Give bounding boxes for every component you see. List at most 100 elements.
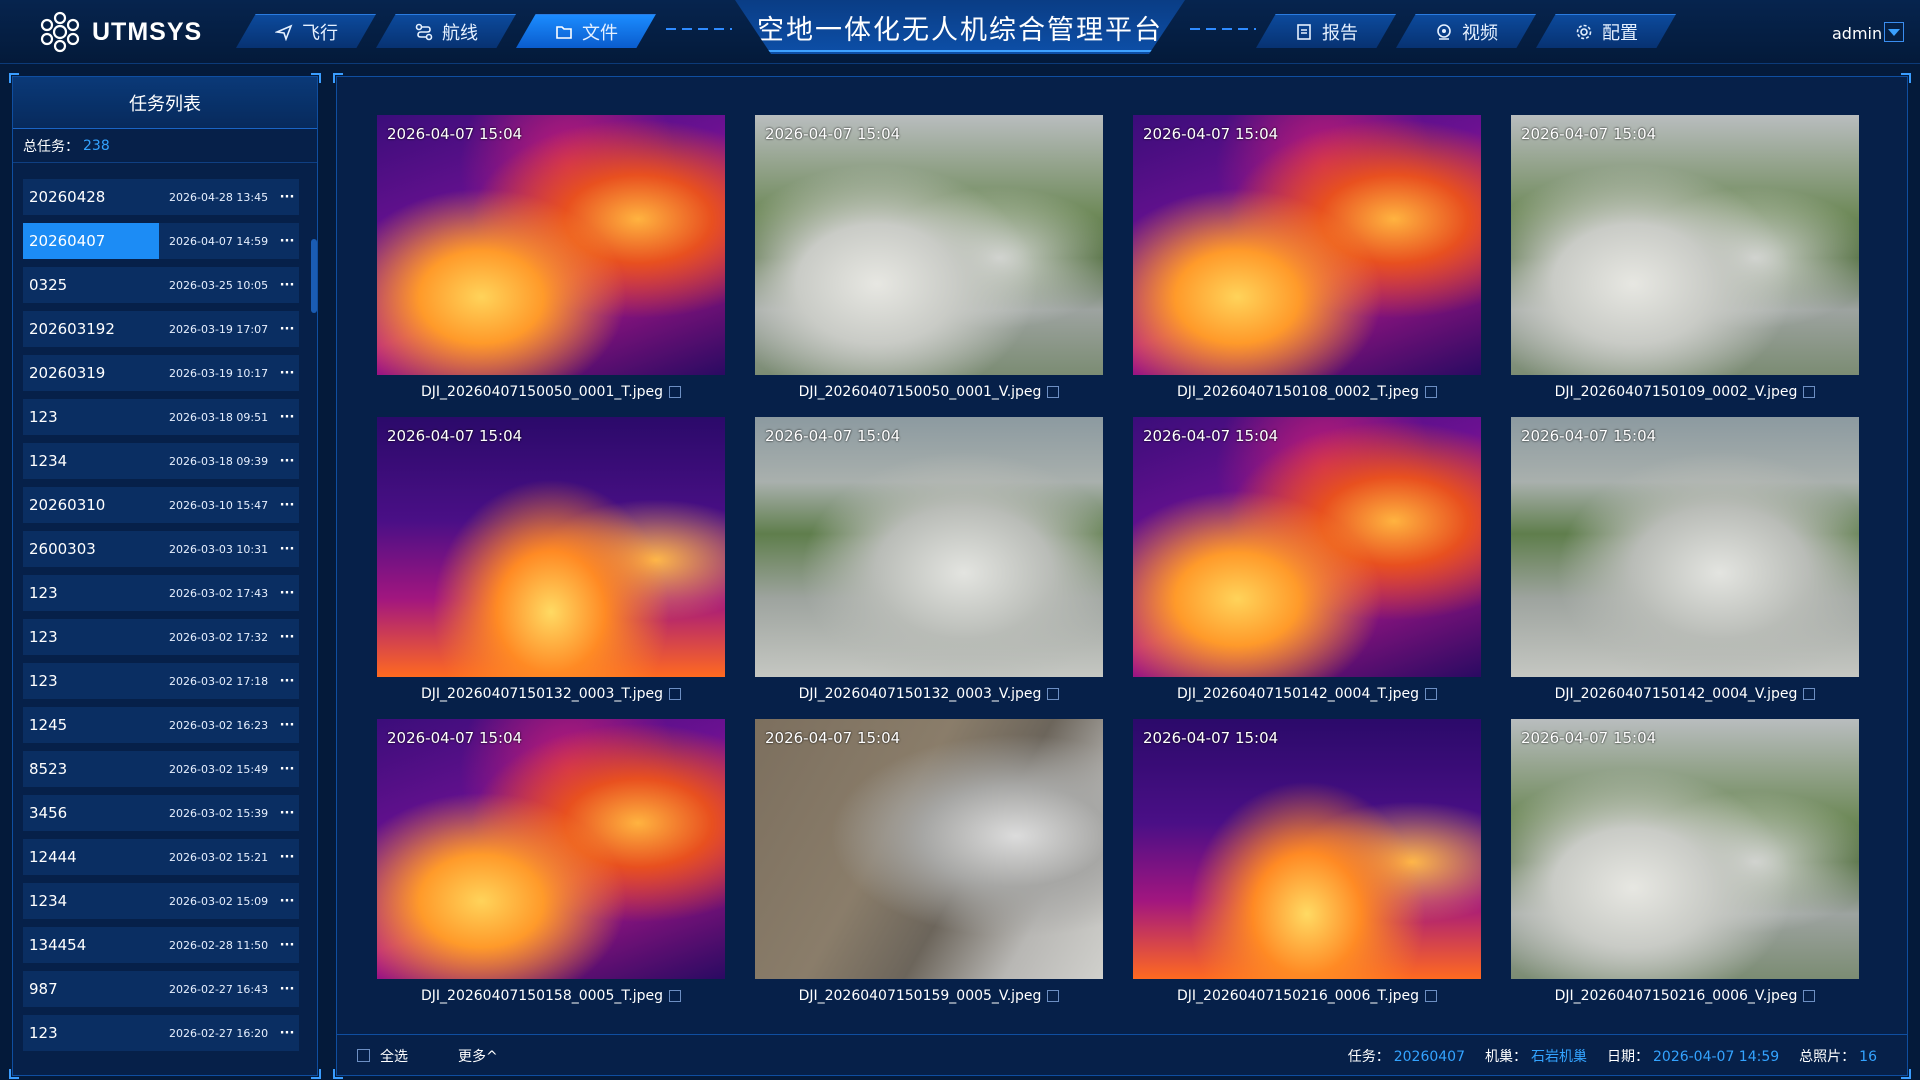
photo-select-checkbox[interactable] <box>669 990 681 1002</box>
photo-thumbnail[interactable]: 2026-04-07 15:04 <box>755 719 1103 979</box>
task-item[interactable]: 134454 2026-02-28 11:50 ··· <box>23 927 299 963</box>
photo-thumbnail[interactable]: 2026-04-07 15:04 <box>1511 719 1859 979</box>
photo-tile[interactable]: 2026-04-07 15:04 DJI_20260407150216_0006_… <box>1511 719 1859 1013</box>
photo-select-checkbox[interactable] <box>1425 990 1437 1002</box>
photo-tile[interactable]: 2026-04-07 15:04 DJI_20260407150216_0006_… <box>1133 719 1481 1013</box>
task-item[interactable]: 20260428 2026-04-28 13:45 ··· <box>23 179 299 215</box>
photo-thumbnail[interactable]: 2026-04-07 15:04 <box>1511 115 1859 375</box>
more-options-icon[interactable]: ··· <box>275 894 299 909</box>
photo-select-checkbox[interactable] <box>1047 386 1060 398</box>
photo-thumbnail[interactable]: 2026-04-07 15:04 <box>1133 115 1481 375</box>
task-item[interactable]: 123 2026-02-27 16:20 ··· <box>23 1015 299 1051</box>
more-options-icon[interactable]: ··· <box>275 366 299 381</box>
more-options-icon[interactable]: ··· <box>275 1026 299 1041</box>
task-item[interactable]: 123 2026-03-18 09:51 ··· <box>23 399 299 435</box>
task-name: 20260407 <box>23 223 159 259</box>
photo-select-checkbox[interactable] <box>1425 386 1437 398</box>
photo-tile[interactable]: 2026-04-07 15:04 DJI_20260407150132_0003_… <box>377 417 725 711</box>
more-options-icon[interactable]: ··· <box>275 630 299 645</box>
photo-tile[interactable]: 2026-04-07 15:04 DJI_20260407150142_0004_… <box>1511 417 1859 711</box>
task-item[interactable]: 20260319 2026-03-19 10:17 ··· <box>23 355 299 391</box>
more-options-icon[interactable]: ··· <box>275 982 299 997</box>
photo-select-checkbox[interactable] <box>1803 386 1816 398</box>
photo-thumbnail[interactable]: 2026-04-07 15:04 <box>1511 417 1859 677</box>
more-options-icon[interactable]: ··· <box>275 498 299 513</box>
user-name[interactable]: admin <box>1832 24 1882 43</box>
tab-route[interactable]: 航线 <box>376 14 516 48</box>
photo-select-checkbox[interactable] <box>1803 688 1816 700</box>
more-options-icon[interactable]: ··· <box>275 190 299 205</box>
more-options-icon[interactable]: ··· <box>275 234 299 249</box>
task-item[interactable]: 2600303 2026-03-03 10:31 ··· <box>23 531 299 567</box>
photo-select-checkbox[interactable] <box>669 386 681 398</box>
photo-thumbnail[interactable]: 2026-04-07 15:04 <box>755 115 1103 375</box>
task-item[interactable]: 1245 2026-03-02 16:23 ··· <box>23 707 299 743</box>
tab-video[interactable]: 视频 <box>1396 14 1536 48</box>
task-item[interactable]: 20260407 2026-04-07 14:59 ··· <box>23 223 299 259</box>
photo-thumbnail[interactable]: 2026-04-07 15:04 <box>755 417 1103 677</box>
task-item[interactable]: 20260310 2026-03-10 15:47 ··· <box>23 487 299 523</box>
tab-report[interactable]: 报告 <box>1256 14 1396 48</box>
task-item[interactable]: 1234 2026-03-18 09:39 ··· <box>23 443 299 479</box>
select-all-checkbox[interactable]: 全选 <box>357 1046 408 1066</box>
task-item[interactable]: 12444 2026-03-02 15:21 ··· <box>23 839 299 875</box>
task-item[interactable]: 987 2026-02-27 16:43 ··· <box>23 971 299 1007</box>
more-options-icon[interactable]: ··· <box>275 454 299 469</box>
info-dock-value: 石岩机巢 <box>1531 1048 1587 1065</box>
task-item[interactable]: 123 2026-03-02 17:32 ··· <box>23 619 299 655</box>
tab-flight[interactable]: 飞行 <box>236 14 376 48</box>
photo-tile[interactable]: 2026-04-07 15:04 DJI_20260407150158_0005_… <box>377 719 725 1013</box>
photo-select-checkbox[interactable] <box>669 688 681 700</box>
photo-select-checkbox[interactable] <box>1047 688 1060 700</box>
photo-thumbnail[interactable]: 2026-04-07 15:04 <box>1133 417 1481 677</box>
photo-tile[interactable]: 2026-04-07 15:04 DJI_20260407150109_0002_… <box>1511 115 1859 409</box>
more-options-icon[interactable]: ··· <box>275 806 299 821</box>
more-options-icon[interactable]: ··· <box>275 542 299 557</box>
photo-tile[interactable]: 2026-04-07 15:04 DJI_20260407150159_0005_… <box>755 719 1103 1013</box>
more-options-icon[interactable]: ··· <box>275 322 299 337</box>
photo-tile[interactable]: 2026-04-07 15:04 DJI_20260407150050_0001_… <box>755 115 1103 409</box>
more-options-icon[interactable]: ··· <box>275 410 299 425</box>
task-name: 20260310 <box>29 496 106 514</box>
more-button[interactable]: 更多^ <box>458 1046 498 1066</box>
task-item[interactable]: 3456 2026-03-02 15:39 ··· <box>23 795 299 831</box>
task-name: 123 <box>29 672 58 690</box>
photo-tile[interactable]: 2026-04-07 15:04 DJI_20260407150132_0003_… <box>755 417 1103 711</box>
photo-filename: DJI_20260407150050_0001_V.jpeg <box>798 384 1042 400</box>
photo-thumbnail[interactable]: 2026-04-07 15:04 <box>377 115 725 375</box>
more-options-icon[interactable]: ··· <box>275 718 299 733</box>
tab-route-label: 航线 <box>442 22 478 44</box>
photo-tile[interactable]: 2026-04-07 15:04 DJI_20260407150050_0001_… <box>377 115 725 409</box>
photo-caption: DJI_20260407150050_0001_T.jpeg <box>377 375 725 409</box>
photo-filename: DJI_20260407150159_0005_V.jpeg <box>798 988 1042 1004</box>
photo-filename: DJI_20260407150050_0001_T.jpeg <box>421 384 663 400</box>
tab-files[interactable]: 文件 <box>516 14 656 48</box>
task-item[interactable]: 8523 2026-03-02 15:49 ··· <box>23 751 299 787</box>
photo-filename: DJI_20260407150216_0006_T.jpeg <box>1177 988 1419 1004</box>
more-options-icon[interactable]: ··· <box>275 278 299 293</box>
task-item[interactable]: 123 2026-03-02 17:18 ··· <box>23 663 299 699</box>
task-item[interactable]: 1234 2026-03-02 15:09 ··· <box>23 883 299 919</box>
photo-caption: DJI_20260407150142_0004_V.jpeg <box>1511 677 1859 711</box>
more-options-icon[interactable]: ··· <box>275 586 299 601</box>
more-options-icon[interactable]: ··· <box>275 674 299 689</box>
photo-thumbnail[interactable]: 2026-04-07 15:04 <box>377 417 725 677</box>
tab-config[interactable]: 配置 <box>1536 14 1676 48</box>
task-name: 12444 <box>29 848 77 866</box>
photo-select-checkbox[interactable] <box>1047 990 1060 1002</box>
photo-thumbnail[interactable]: 2026-04-07 15:04 <box>377 719 725 979</box>
more-options-icon[interactable]: ··· <box>275 938 299 953</box>
plane-icon <box>274 22 294 42</box>
photo-thumbnail[interactable]: 2026-04-07 15:04 <box>1133 719 1481 979</box>
more-options-icon[interactable]: ··· <box>275 762 299 777</box>
photo-tile[interactable]: 2026-04-07 15:04 DJI_20260407150142_0004_… <box>1133 417 1481 711</box>
task-item[interactable]: 123 2026-03-02 17:43 ··· <box>23 575 299 611</box>
task-item[interactable]: 0325 2026-03-25 10:05 ··· <box>23 267 299 303</box>
more-options-icon[interactable]: ··· <box>275 850 299 865</box>
chevron-down-icon[interactable] <box>1884 22 1904 42</box>
photo-select-checkbox[interactable] <box>1803 990 1816 1002</box>
task-list-scrollbar[interactable] <box>311 239 317 313</box>
photo-tile[interactable]: 2026-04-07 15:04 DJI_20260407150108_0002_… <box>1133 115 1481 409</box>
photo-select-checkbox[interactable] <box>1425 688 1437 700</box>
task-item[interactable]: 202603192 2026-03-19 17:07 ··· <box>23 311 299 347</box>
